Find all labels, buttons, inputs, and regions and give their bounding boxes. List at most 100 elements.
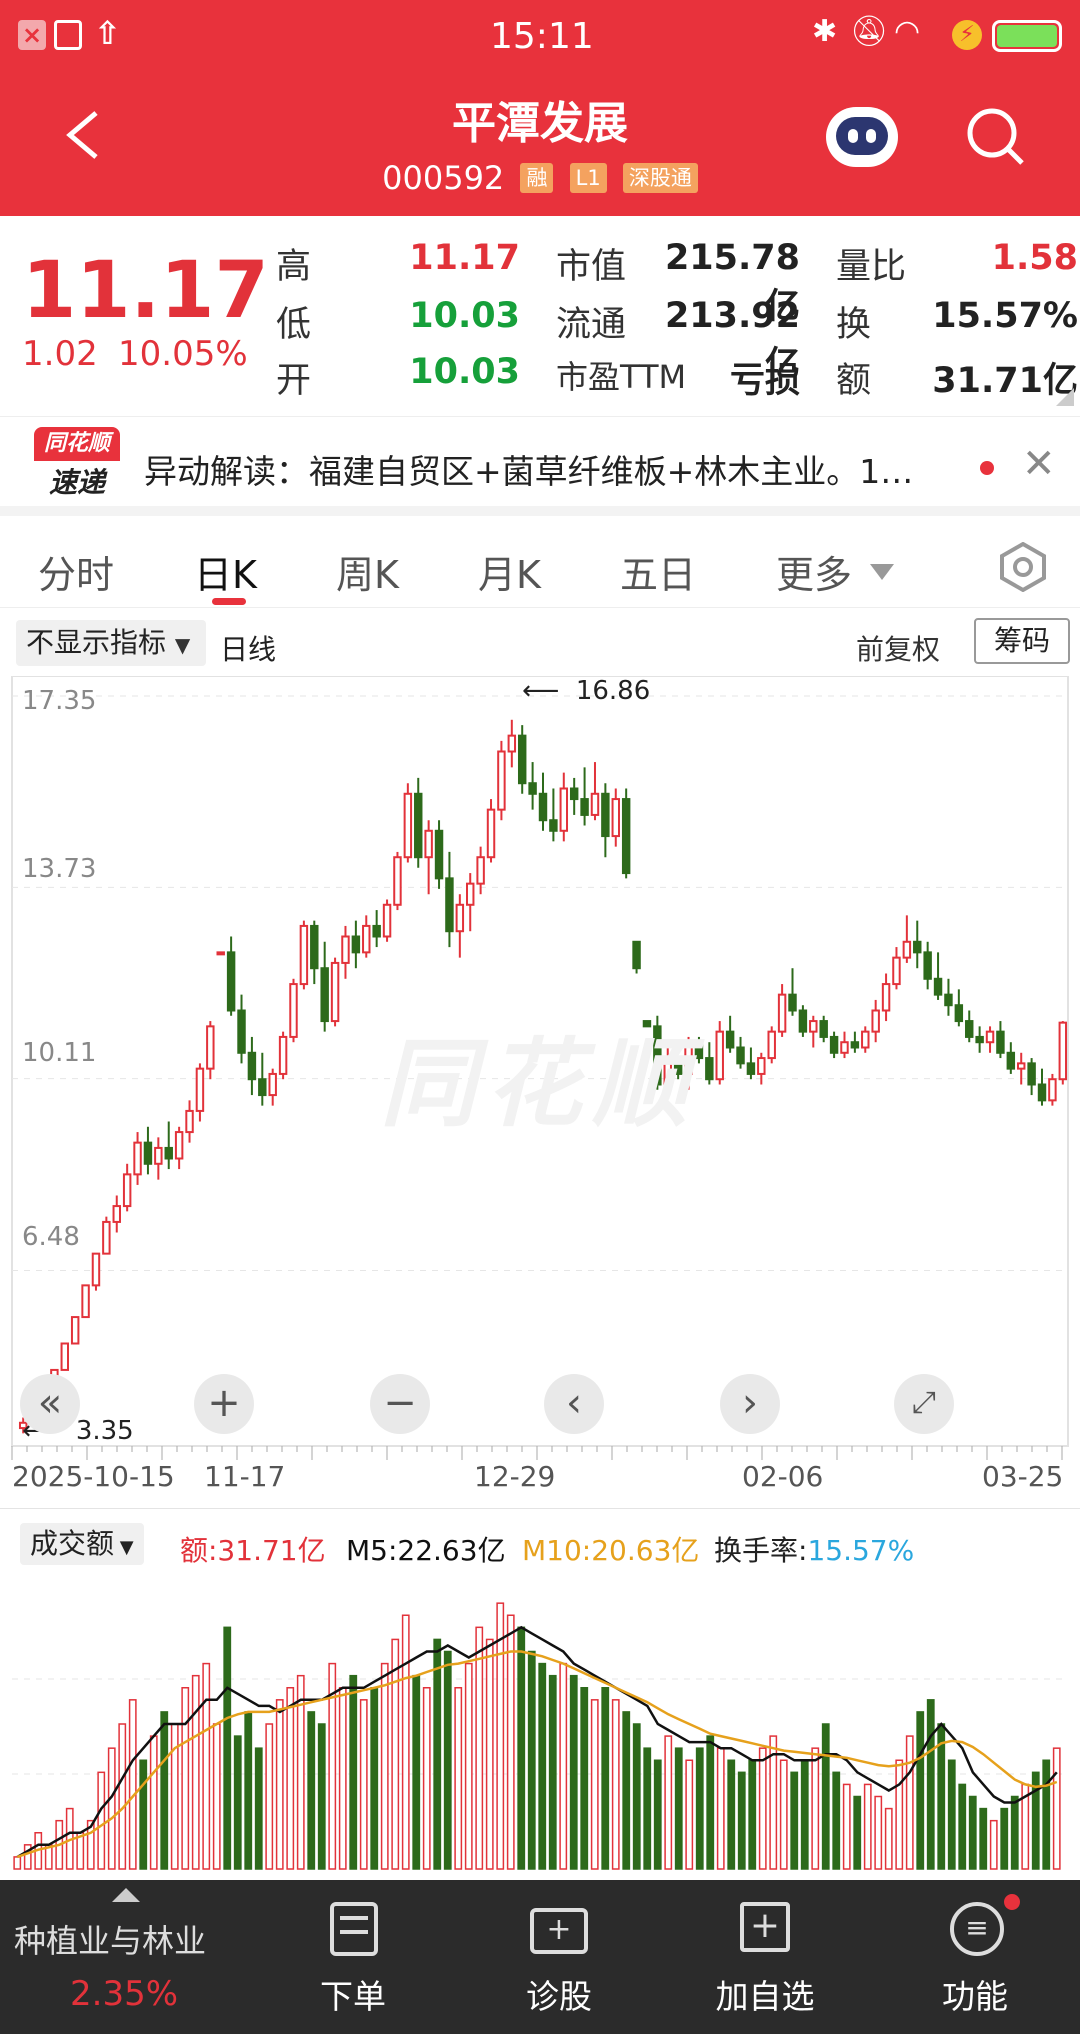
diagnose-button[interactable]: 诊股 <box>484 1970 634 2018</box>
candle-body <box>174 1131 184 1160</box>
volume-bar <box>527 1650 536 1870</box>
candle-body <box>112 1205 121 1223</box>
value-pe: 亏损 <box>729 361 800 401</box>
candle-body <box>393 856 402 906</box>
value-volume-ratio: 1.58 <box>991 238 1078 278</box>
expand-corner-icon[interactable] <box>1056 388 1074 406</box>
adjust-button[interactable]: 前复权 <box>856 628 940 668</box>
volume-bar <box>737 1771 746 1870</box>
label-turnover: 换 <box>836 305 872 345</box>
close-notification-icon: × <box>18 20 46 50</box>
candle-body <box>528 782 537 795</box>
candle-body <box>1027 1062 1036 1086</box>
volume-bar <box>370 1687 379 1870</box>
add-watchlist-button[interactable]: 加自选 <box>690 1970 840 2018</box>
news-ticker[interactable]: 同花顺 速递 异动解读：福建自贸区+菌草纤维板+林木主业。1… ✕ <box>0 416 1080 516</box>
candle-body <box>840 1041 849 1054</box>
scroll-right-button[interactable]: › <box>720 1374 780 1434</box>
robot-assistant-icon[interactable] <box>826 107 898 167</box>
news-logo-bottom: 速递 <box>48 466 105 499</box>
indicator-selector[interactable]: 不显示指标 ▼ <box>16 620 206 666</box>
tab-daily-k[interactable]: 日K <box>194 544 257 599</box>
candle-body <box>1058 1021 1068 1081</box>
candle-body <box>975 1035 984 1044</box>
tab-weekly-k[interactable]: 周K <box>336 544 399 599</box>
chart-watermark: 同花顺 <box>380 1028 698 1140</box>
volume-bar <box>758 1747 767 1870</box>
tab-five-day[interactable]: 五日 <box>620 544 696 599</box>
candle-body <box>122 1173 132 1208</box>
stock-code-row: 000592 融 L1 深股通 <box>0 157 1080 197</box>
last-price: 11.17 <box>22 246 269 336</box>
candle-body <box>372 924 381 938</box>
battery-icon <box>992 20 1062 52</box>
collapse-left-button[interactable]: « <box>20 1374 80 1434</box>
candle-body <box>70 1316 80 1345</box>
close-icon[interactable]: ✕ <box>1022 441 1056 487</box>
candle-body <box>538 792 548 822</box>
candle-body <box>486 808 496 859</box>
volume-bar <box>380 1662 389 1870</box>
min-price-value: 3.35 <box>75 1416 134 1446</box>
volume-bar <box>97 1771 106 1870</box>
volume-bar <box>454 1687 463 1870</box>
value-open: 10.03 <box>409 352 520 392</box>
label-low: 低 <box>276 305 312 345</box>
volume-bar <box>1000 1807 1009 1870</box>
candle-body <box>902 940 912 959</box>
x-tick-label: 02-06 <box>742 1460 824 1493</box>
volume-bar <box>611 1699 620 1870</box>
max-price-label: ⟵ 16.86 <box>522 676 650 706</box>
volume-bar <box>947 1759 956 1870</box>
tab-more[interactable]: 更多 <box>776 544 852 599</box>
fullscreen-button[interactable]: ⤢ <box>894 1374 954 1434</box>
chart-options-bar: 不显示指标 ▼ 日线 前复权 筹码 <box>0 610 1080 682</box>
search-icon[interactable] <box>964 105 1028 169</box>
order-button[interactable]: 下单 <box>278 1970 428 2018</box>
label-float-cap: 流通 <box>556 305 627 345</box>
volume-bar <box>643 1747 652 1870</box>
zoom-out-button[interactable]: − <box>370 1374 430 1434</box>
kline-chart[interactable]: 同花顺 17.35 13.73 10.11 6.48 ⟵ 16.86 ⟵ 3.3… <box>0 676 1080 1506</box>
candle-body <box>1006 1051 1016 1070</box>
turnover-legend-value: 15.57% <box>807 1534 915 1567</box>
volume-bar <box>895 1759 904 1870</box>
volume-indicator-selector[interactable]: 成交额 ▼ <box>20 1523 144 1565</box>
volume-bar <box>653 1759 662 1870</box>
chips-button[interactable]: 筹码 <box>974 618 1070 664</box>
badge-level: L1 <box>569 163 607 193</box>
candle-body <box>351 935 361 954</box>
tab-monthly-k[interactable]: 月K <box>478 544 541 599</box>
volume-bar <box>863 1783 872 1870</box>
candle-body <box>871 1009 880 1033</box>
volume-panel[interactable]: 成交额 ▼ 额:31.71亿 M5:22.63亿 M10:20.63亿 换手率:… <box>0 1508 1080 1878</box>
candle-body <box>497 750 506 811</box>
candle-body <box>881 983 891 1012</box>
volume-bar <box>706 1735 715 1870</box>
volume-bar <box>548 1674 557 1870</box>
value-high: 11.17 <box>409 238 520 278</box>
sector-expand-icon[interactable] <box>112 1888 140 1902</box>
zoom-in-button[interactable]: + <box>194 1374 254 1434</box>
candle-body <box>268 1072 277 1097</box>
function-button[interactable]: 功能 <box>900 1970 1050 2018</box>
more-dropdown-icon <box>870 564 894 580</box>
value-turnover: 15.57% <box>932 296 1078 336</box>
scroll-left-button[interactable]: ‹ <box>544 1374 604 1434</box>
value-amount: 31.71亿 <box>932 361 1078 401</box>
candle-body <box>861 1030 870 1049</box>
volume-bar <box>853 1795 862 1870</box>
news-text[interactable]: 异动解读：福建自贸区+菌草纤维板+林木主业。1… <box>144 445 964 493</box>
settings-hexagon-icon[interactable] <box>998 541 1048 593</box>
sector-name[interactable]: 种植业与林业 <box>14 1916 206 1962</box>
candle-body <box>725 1030 735 1049</box>
candle-body <box>767 1030 776 1060</box>
volume-bar <box>517 1626 526 1870</box>
volume-bar <box>674 1747 683 1870</box>
chevron-down-icon: ▼ <box>114 1537 134 1558</box>
tab-intraday[interactable]: 分时 <box>38 544 114 599</box>
candle-body <box>330 961 340 1023</box>
label-volume-ratio: 量比 <box>836 247 907 287</box>
candle-body <box>715 1030 724 1081</box>
x-tick-label: 03-25 <box>982 1460 1064 1493</box>
